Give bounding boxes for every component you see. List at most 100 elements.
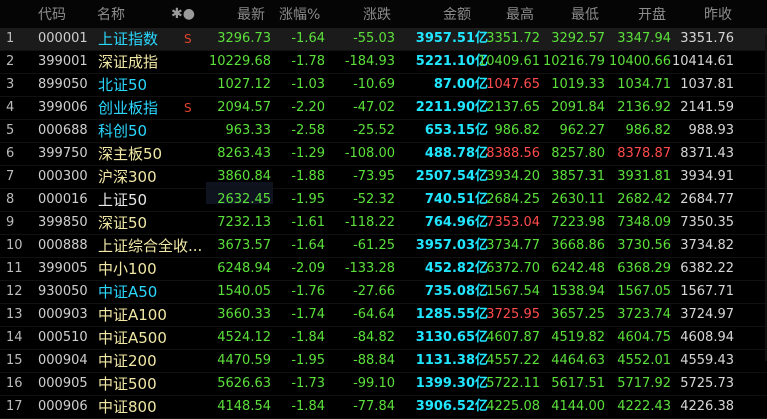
previous-close: 6382.22 bbox=[680, 261, 734, 276]
row-index: 15 bbox=[6, 353, 23, 368]
change-percent: -1.61 bbox=[291, 215, 325, 230]
change-percent: -1.73 bbox=[291, 376, 325, 391]
table-row[interactable]: 2 399001 深证成指 10229.68 -1.78 -184.93 5221.10亿 1… bbox=[0, 51, 767, 74]
change-percent: -1.74 bbox=[291, 307, 325, 322]
header-code[interactable]: 代码 bbox=[38, 4, 66, 24]
previous-close: 4608.94 bbox=[680, 330, 734, 345]
change-value: -88.84 bbox=[353, 353, 395, 368]
header-low[interactable]: 最低 bbox=[571, 4, 599, 24]
previous-close: 4559.43 bbox=[680, 353, 734, 368]
stock-code: 000001 bbox=[38, 31, 88, 46]
header-high[interactable]: 最高 bbox=[506, 4, 534, 24]
header-prev-close[interactable]: 昨收 bbox=[704, 4, 732, 24]
row-index: 1 bbox=[6, 31, 15, 46]
change-value: -108.00 bbox=[344, 146, 395, 161]
table-row[interactable]: 11 399005 中小100 6248.94 -2.09 -133.28 452.82亿 6… bbox=[0, 258, 767, 281]
previous-close: 3734.82 bbox=[680, 238, 734, 253]
row-index: 3 bbox=[6, 77, 15, 92]
previous-close: 988.93 bbox=[688, 123, 735, 138]
latest-price: 3660.33 bbox=[217, 307, 271, 322]
latest-price: 963.33 bbox=[225, 123, 272, 138]
stock-index-table: 代码 名称 ✱● 最新 涨幅% 涨跌 金额 最高 最低 开盘 昨收 1 00000… bbox=[0, 0, 767, 419]
stock-code: 000888 bbox=[38, 238, 88, 253]
latest-price: 1027.12 bbox=[217, 77, 271, 92]
row-index: 7 bbox=[6, 169, 15, 184]
previous-close: 4226.38 bbox=[680, 399, 734, 414]
previous-close: 1037.81 bbox=[680, 77, 734, 92]
latest-price: 5626.63 bbox=[217, 376, 271, 391]
table-row[interactable]: 4 399006 创业板指 S 2094.57 -2.20 -47.02 2211.90亿 21… bbox=[0, 97, 767, 120]
latest-price: 2094.57 bbox=[217, 100, 271, 115]
row-index: 17 bbox=[6, 399, 23, 414]
latest-price: 4524.12 bbox=[217, 330, 271, 345]
table-row[interactable]: 17 000906 中证800 4148.54 -1.84 -77.84 3906.52亿 4… bbox=[0, 396, 767, 419]
row-index: 14 bbox=[6, 330, 23, 345]
table-row[interactable]: 5 000688 科创50 963.33 -2.58 -25.52 653.15亿 986.8… bbox=[0, 120, 767, 143]
table-row[interactable]: 1 000001 上证指数 S 3296.73 -1.64 -55.03 3957.51亿 33… bbox=[0, 28, 767, 51]
change-value: -10.69 bbox=[353, 77, 395, 92]
stock-code: 399001 bbox=[38, 54, 88, 69]
change-percent: -1.78 bbox=[291, 54, 325, 69]
header-open[interactable]: 开盘 bbox=[638, 4, 666, 24]
change-value: -84.82 bbox=[353, 330, 395, 345]
change-percent: -1.29 bbox=[291, 146, 325, 161]
row-index: 5 bbox=[6, 123, 15, 138]
table-row[interactable]: 12 930050 中证A50 1540.05 -1.76 -27.66 735.08亿 15… bbox=[0, 281, 767, 304]
change-percent: -1.76 bbox=[291, 284, 325, 299]
previous-close: 3724.97 bbox=[680, 307, 734, 322]
table-row[interactable]: 13 000903 中证A100 3660.33 -1.74 -64.64 1285.55亿… bbox=[0, 304, 767, 327]
previous-close: 2684.77 bbox=[680, 192, 734, 207]
row-index: 9 bbox=[6, 215, 15, 230]
change-percent: -1.88 bbox=[291, 169, 325, 184]
stock-code: 000904 bbox=[38, 353, 88, 368]
change-value: -55.03 bbox=[353, 31, 395, 46]
previous-close: 3934.91 bbox=[680, 169, 734, 184]
latest-price: 7232.13 bbox=[217, 215, 271, 230]
previous-close: 1567.71 bbox=[680, 284, 734, 299]
stock-code: 399005 bbox=[38, 261, 88, 276]
header-star-dot[interactable]: ✱● bbox=[171, 6, 195, 22]
table-row[interactable]: 14 000510 中证A500 4524.12 -1.84 -84.82 3130.65亿… bbox=[0, 327, 767, 350]
header-name[interactable]: 名称 bbox=[97, 4, 125, 24]
change-percent: -1.64 bbox=[291, 31, 325, 46]
row-index: 11 bbox=[6, 261, 23, 276]
change-percent: -2.09 bbox=[291, 261, 325, 276]
latest-price: 4148.54 bbox=[217, 399, 271, 414]
change-value: -73.95 bbox=[353, 169, 395, 184]
table-row[interactable]: 9 399850 深证50 7232.13 -1.61 -118.22 764.96亿 735… bbox=[0, 212, 767, 235]
stock-code: 000903 bbox=[38, 307, 88, 322]
change-percent: -1.64 bbox=[291, 238, 325, 253]
stock-code: 000905 bbox=[38, 376, 88, 391]
change-percent: -1.95 bbox=[291, 192, 325, 207]
header-latest[interactable]: 最新 bbox=[237, 4, 265, 24]
change-value: -118.22 bbox=[344, 215, 395, 230]
stock-code: 000510 bbox=[38, 330, 88, 345]
stock-code: 899050 bbox=[38, 77, 88, 92]
previous-close: 10414.61 bbox=[671, 54, 734, 69]
latest-price: 3860.84 bbox=[217, 169, 271, 184]
row-index: 4 bbox=[6, 100, 15, 115]
row-index: 12 bbox=[6, 284, 23, 299]
row-index: 6 bbox=[6, 146, 15, 161]
change-value: -99.10 bbox=[353, 376, 395, 391]
change-value: -27.66 bbox=[353, 284, 395, 299]
header-change-percent[interactable]: 涨幅% bbox=[279, 4, 320, 24]
row-index: 13 bbox=[6, 307, 23, 322]
table-row[interactable]: 15 000904 中证200 4470.59 -1.95 -88.84 1131.38亿 4… bbox=[0, 350, 767, 373]
table-row[interactable]: 3 899050 北证50 1027.12 -1.03 -10.69 87.00亿 1047.… bbox=[0, 74, 767, 97]
table-row[interactable]: 8 000016 上证50 2632.45 -1.95 -52.32 740.51亿 2684… bbox=[0, 189, 767, 212]
table-row[interactable]: 16 000905 中证500 5626.63 -1.73 -99.10 1399.30亿 5… bbox=[0, 373, 767, 396]
header-change[interactable]: 涨跌 bbox=[363, 4, 391, 24]
stock-code: 000688 bbox=[38, 123, 88, 138]
row-index: 8 bbox=[6, 192, 15, 207]
table-row[interactable]: 10 000888 上证综合全收... 3673.57 -1.64 -61.25 3957.… bbox=[0, 235, 767, 258]
stock-code: 000906 bbox=[38, 399, 88, 414]
change-value: -52.32 bbox=[353, 192, 395, 207]
table-row[interactable]: 7 000300 沪深300 3860.84 -1.88 -73.95 2507.54亿 39… bbox=[0, 166, 767, 189]
change-value: -61.25 bbox=[353, 238, 395, 253]
table-row[interactable]: 6 399750 深主板50 8263.43 -1.29 -108.00 488.78亿 83… bbox=[0, 143, 767, 166]
change-percent: -2.58 bbox=[291, 123, 325, 138]
header-amount[interactable]: 金额 bbox=[443, 4, 471, 24]
stock-code: 000016 bbox=[38, 192, 88, 207]
change-value: -25.52 bbox=[353, 123, 395, 138]
